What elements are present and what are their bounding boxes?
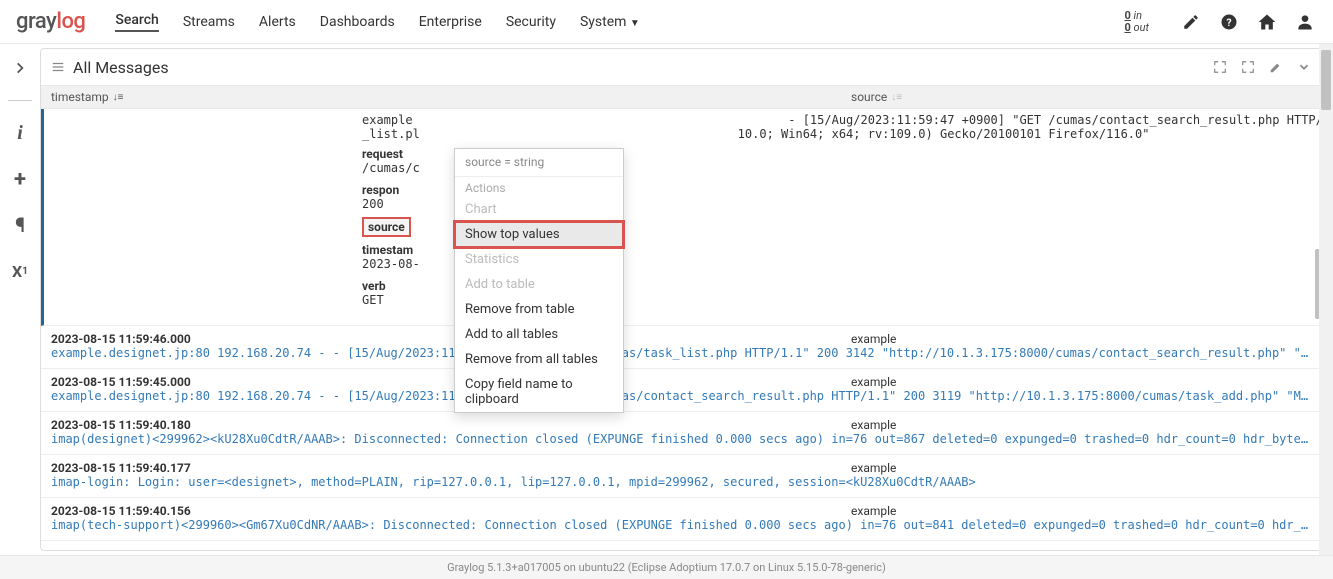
table-row[interactable]: 2023-08-15 11:59:40.156exampleimap(tech-… bbox=[41, 498, 1324, 541]
expanded-message: example - [15/Aug/2023:11:59:47 +0900] "… bbox=[41, 109, 1324, 326]
hamburger-icon[interactable] bbox=[51, 60, 65, 74]
row-timestamp: 2023-08-15 11:59:40.156 bbox=[51, 504, 851, 518]
nav-streams[interactable]: Streams bbox=[183, 14, 235, 30]
sidebar-expand-icon[interactable] bbox=[6, 54, 34, 82]
col-source[interactable]: source ↓≡ bbox=[851, 90, 1314, 104]
row-source: example bbox=[851, 504, 1314, 518]
user-icon[interactable] bbox=[1293, 10, 1317, 34]
trunc-line-1: example - [15/Aug/2023:11:59:47 +0900] "… bbox=[52, 113, 1324, 127]
row-source: example bbox=[851, 375, 1314, 389]
column-header: timestamp ↓≡ source ↓≡ bbox=[41, 86, 1324, 109]
sidebar-pilcrow-icon[interactable]: ¶ bbox=[6, 211, 34, 239]
nav-alerts[interactable]: Alerts bbox=[259, 14, 296, 30]
table-row[interactable]: 2023-08-15 11:59:40.180exampleimap(desig… bbox=[41, 412, 1324, 455]
menu-group-actions: Actions bbox=[455, 177, 623, 197]
sidebar-add-icon[interactable]: + bbox=[6, 165, 34, 193]
fullscreen-icon[interactable] bbox=[1238, 57, 1258, 77]
menu-show-top-values[interactable]: Show top values bbox=[455, 222, 623, 247]
field-context-menu: source = string Actions Chart Show top v… bbox=[454, 148, 624, 413]
edit-icon[interactable] bbox=[1266, 57, 1286, 77]
row-message: example.designet.jp:80 192.168.20.74 - -… bbox=[51, 389, 1314, 403]
row-message: example.designet.jp:80 192.168.20.74 - -… bbox=[51, 346, 1314, 360]
nav-system-label: System bbox=[580, 14, 626, 30]
row-timestamp: 2023-08-15 11:59:40.177 bbox=[51, 461, 851, 475]
menu-remove-from-table[interactable]: Remove from table bbox=[455, 297, 623, 322]
out-label: out bbox=[1134, 21, 1149, 34]
sidebar-x1-icon[interactable]: X1 bbox=[6, 257, 34, 285]
col-timestamp-label: timestamp bbox=[51, 90, 109, 104]
sort-desc-icon: ↓≡ bbox=[113, 92, 124, 103]
scratchpad-icon[interactable] bbox=[1179, 10, 1203, 34]
table-row[interactable]: 2023-08-15 11:59:45.000exampleexample.de… bbox=[41, 369, 1324, 412]
out-count: 0 bbox=[1124, 21, 1130, 34]
row-message: imap(designet)<299962><kU28Xu0CdtR/AAAB>… bbox=[51, 432, 1314, 446]
col-source-label: source bbox=[851, 90, 887, 104]
menu-add-to-table: Add to table bbox=[455, 272, 623, 297]
row-timestamp: 2023-08-15 11:59:45.000 bbox=[51, 375, 851, 389]
logo-text-1: gray bbox=[16, 9, 56, 34]
field-key-highlighted[interactable]: source bbox=[362, 217, 411, 237]
logo: graylog bbox=[16, 9, 85, 34]
col-timestamp[interactable]: timestamp ↓≡ bbox=[51, 90, 851, 104]
caret-down-icon: ▼ bbox=[630, 18, 640, 29]
row-message: imap(tech-support)<299960><Gm67Xu0CdNR/A… bbox=[51, 518, 1314, 532]
nav-search[interactable]: Search bbox=[115, 12, 158, 32]
menu-title: source = string bbox=[465, 155, 544, 169]
trunc-line-2: _list.pl 10.0; Win64; x64; rv:109.0) Gec… bbox=[52, 127, 1324, 141]
chevron-down-icon[interactable] bbox=[1294, 57, 1314, 77]
menu-statistics: Statistics bbox=[455, 247, 623, 272]
nav-dashboards[interactable]: Dashboards bbox=[320, 14, 395, 30]
sidebar-info-icon[interactable]: i bbox=[6, 119, 34, 147]
nav-system[interactable]: System ▼ bbox=[580, 14, 640, 30]
page-scrollbar-thumb[interactable] bbox=[1321, 50, 1331, 110]
nav-security[interactable]: Security bbox=[506, 14, 556, 30]
menu-remove-all-tables[interactable]: Remove from all tables bbox=[455, 347, 623, 372]
left-sidebar: i + ¶ X1 bbox=[0, 44, 40, 555]
top-nav: graylog Search Streams Alerts Dashboards… bbox=[0, 0, 1333, 44]
row-message: imap-login: Login: user=<designet>, meth… bbox=[51, 475, 1314, 489]
sort-icon: ↓≡ bbox=[891, 92, 902, 103]
logo-text-2: log bbox=[56, 9, 85, 34]
row-timestamp: 2023-08-15 11:59:46.000 bbox=[51, 332, 851, 346]
focus-icon[interactable] bbox=[1210, 57, 1230, 77]
panel-title: All Messages bbox=[73, 58, 169, 77]
menu-add-all-tables[interactable]: Add to all tables bbox=[455, 322, 623, 347]
menu-copy-field-name[interactable]: Copy field name to clipboard bbox=[455, 372, 623, 412]
svg-text:?: ? bbox=[1226, 15, 1231, 28]
panel-header: All Messages bbox=[41, 49, 1324, 86]
footer-text: Graylog 5.1.3+a017005 on ubuntu22 (Eclip… bbox=[447, 561, 886, 574]
row-timestamp: 2023-08-15 11:59:40.180 bbox=[51, 418, 851, 432]
help-icon[interactable]: ? bbox=[1217, 10, 1241, 34]
page-scrollbar[interactable] bbox=[1319, 44, 1333, 555]
throughput-counts[interactable]: 0 in 0 out bbox=[1124, 10, 1149, 34]
home-icon[interactable] bbox=[1255, 10, 1279, 34]
row-source: example bbox=[851, 332, 1314, 346]
menu-chart: Chart bbox=[455, 197, 623, 222]
table-row[interactable]: 2023-08-15 11:59:46.000exampleexample.de… bbox=[41, 326, 1324, 369]
row-source: example bbox=[851, 461, 1314, 475]
table-row[interactable]: 2023-08-15 11:59:40.151example bbox=[41, 541, 1324, 543]
row-source: example bbox=[851, 418, 1314, 432]
nav-enterprise[interactable]: Enterprise bbox=[419, 14, 482, 30]
message-rows: example - [15/Aug/2023:11:59:47 +0900] "… bbox=[41, 109, 1324, 543]
content-panel: All Messages timestamp ↓≡ source ↓≡ exam… bbox=[40, 48, 1325, 551]
footer: Graylog 5.1.3+a017005 on ubuntu22 (Eclip… bbox=[0, 555, 1333, 579]
table-row[interactable]: 2023-08-15 11:59:40.177exampleimap-login… bbox=[41, 455, 1324, 498]
